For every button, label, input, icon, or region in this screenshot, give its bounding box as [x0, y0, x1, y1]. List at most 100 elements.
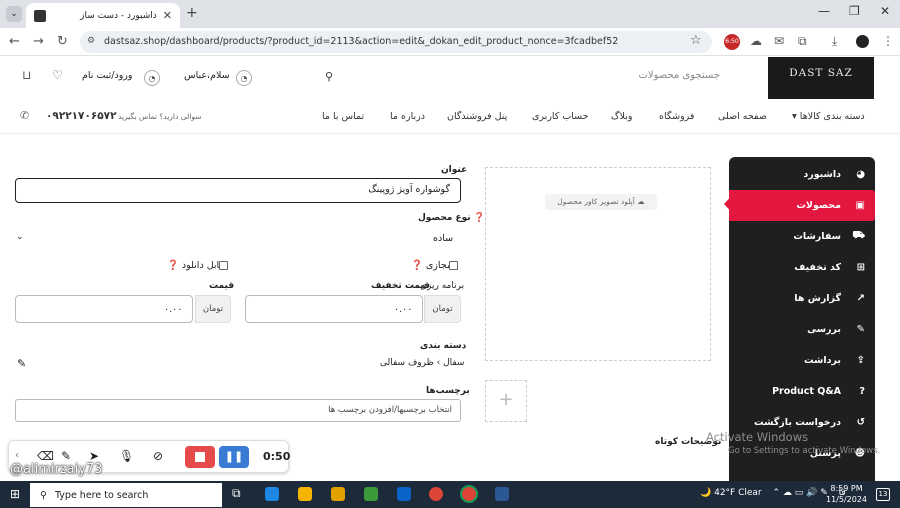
chrome-icon[interactable]: [429, 487, 443, 501]
sidebar-item-reports[interactable]: گزارش ها ↗: [729, 283, 875, 314]
user-greeting[interactable]: سلام،عباس: [184, 70, 230, 81]
taskbar-search-placeholder: Type here to search: [54, 489, 149, 501]
minimize-button[interactable]: —: [818, 4, 830, 18]
extension-cloud-icon[interactable]: ☁: [750, 34, 762, 48]
download-icon[interactable]: ⤓: [832, 34, 837, 49]
browser-menu-icon[interactable]: ⋮: [882, 34, 894, 48]
category-label: دسته بندی: [420, 341, 467, 351]
recording-timer: 0:50: [263, 450, 291, 463]
gift-icon: ⊞: [856, 262, 865, 273]
nav-item-blog[interactable]: وبلاگ: [611, 111, 632, 122]
sidebar-item-withdraw[interactable]: برداشت ⇪: [729, 345, 875, 376]
phone-number[interactable]: ۰۹۲۲۱۷۰۶۵۷۲: [46, 110, 117, 122]
pen-icon[interactable]: ✎: [61, 449, 71, 463]
title-label: عنوان: [441, 165, 468, 175]
upload-cover-button[interactable]: آپلود تصویر کاور محصول ☁: [545, 194, 657, 210]
cart-bag-icon[interactable]: ⊔: [22, 68, 31, 82]
microphone-icon[interactable]: 🎙: [119, 449, 134, 463]
reload-button[interactable]: ↻: [57, 34, 68, 49]
extension-mail-icon[interactable]: ✉: [774, 34, 784, 48]
sidebar-item-label: گزارش ها: [794, 293, 841, 304]
sidebar-item-products[interactable]: محصولات ▣: [729, 190, 875, 221]
browser-tab[interactable]: ✕ داشبورد - دست ساز: [26, 3, 180, 28]
search-input[interactable]: جستجوی محصولات: [480, 70, 720, 81]
upload-icon: ⇪: [856, 355, 865, 366]
schedule-link[interactable]: برنامه ریزی: [420, 281, 464, 291]
nav-item-home[interactable]: صفحه اصلی: [718, 111, 767, 122]
price-input[interactable]: ۰.۰۰: [15, 295, 193, 323]
activate-windows-subtitle: Go to Settings to activate Windows.: [728, 446, 881, 456]
close-tab-icon[interactable]: ✕: [163, 9, 172, 22]
return-icon: ↺: [856, 417, 865, 428]
tab-search-button[interactable]: ⌄: [6, 6, 22, 22]
close-window-button[interactable]: ✕: [880, 4, 890, 18]
clock[interactable]: 8:59 PM 11/5/2024: [826, 483, 867, 505]
task-view-icon[interactable]: ⧉: [232, 486, 241, 501]
login-link[interactable]: ورود/ثبت نام: [82, 70, 132, 81]
site-info-icon[interactable]: ⚙: [87, 36, 95, 46]
sale-price-value: ۰.۰۰: [394, 304, 413, 315]
nav-item-about[interactable]: درباره ما: [390, 111, 425, 122]
nav-item-shop[interactable]: فروشگاه: [659, 111, 694, 122]
nav-item-account[interactable]: حساب کاربری: [532, 111, 589, 122]
eraser-icon[interactable]: ⌫: [37, 449, 54, 463]
wishlist-heart-icon[interactable]: ♡: [52, 68, 63, 82]
sale-price-input[interactable]: ۰.۰۰: [245, 295, 423, 323]
sidebar-item-label: داشبورد: [803, 169, 841, 180]
chrome-active-icon[interactable]: [462, 487, 476, 501]
taskbar-search[interactable]: ⚲ Type here to search: [30, 483, 222, 507]
comments-icon: ✎: [856, 324, 865, 335]
pause-button[interactable]: ❚❚: [219, 446, 249, 468]
edit-icon[interactable]: ✎: [17, 357, 26, 370]
store-icon[interactable]: [364, 487, 378, 501]
sidebar-item-label: سفارشات: [793, 231, 841, 242]
mail-icon[interactable]: [397, 487, 411, 501]
nav-item-categories[interactable]: ▾ دسته بندی کالاها: [792, 111, 865, 122]
notification-badge[interactable]: 13: [876, 488, 890, 501]
camera-off-icon[interactable]: ⊘: [153, 449, 163, 463]
sidebar-item-dashboard[interactable]: داشبورد ◕: [729, 159, 875, 190]
pointer-icon[interactable]: ➤: [89, 449, 99, 463]
downloadable-label: قابل دانلود: [181, 260, 224, 271]
tags-input[interactable]: انتخاب برچسبها/افزودن برچسب ها: [15, 399, 461, 422]
phone-note: سوالی دارید؟ تماس بگیرید: [118, 112, 202, 121]
weather-text[interactable]: 42°F Clear: [714, 488, 762, 498]
title-input[interactable]: گوشواره آویز ژوپینگ: [15, 178, 461, 203]
app-icon[interactable]: [331, 487, 345, 501]
chevron-down-icon[interactable]: ⌄: [16, 232, 24, 242]
bookmark-star-icon[interactable]: ☆: [690, 33, 702, 48]
virtual-option: ❓ مجازی: [411, 260, 452, 271]
virtual-checkbox[interactable]: [449, 261, 458, 270]
sidebar-item-qa[interactable]: Product Q&A?: [729, 376, 875, 407]
restore-button[interactable]: ❐: [849, 4, 860, 18]
sidebar-item-orders[interactable]: سفارشات ⛟: [729, 221, 875, 252]
forward-button[interactable]: →: [33, 34, 44, 49]
nav-item-vendor-panel[interactable]: پنل فروشندگان: [447, 111, 507, 122]
product-type-label-text: نوع محصول: [418, 213, 471, 223]
sidebar-item-reviews[interactable]: بررسی ✎: [729, 314, 875, 345]
extensions-puzzle-icon[interactable]: ⧉: [798, 34, 807, 49]
nav-item-contact[interactable]: تماس با ما: [322, 111, 364, 122]
category-value[interactable]: سفال › ظروف سفالی: [380, 358, 464, 368]
back-button[interactable]: ←: [9, 34, 20, 49]
sidebar-item-coupons[interactable]: کد تخفیف ⊞: [729, 252, 875, 283]
sidebar-item-label: برداشت: [803, 355, 841, 366]
start-icon[interactable]: ⊞: [10, 487, 20, 501]
system-tray: 🌙 42°F Clear ⌃ ☁ ▭ 🔊 ✎ فا: [700, 488, 846, 498]
product-type-select[interactable]: ساده: [433, 233, 453, 244]
add-gallery-image-button[interactable]: +: [485, 380, 527, 422]
clock-date: 11/5/2024: [826, 495, 868, 504]
search-icon[interactable]: ⚲: [325, 70, 333, 83]
edge-icon[interactable]: [265, 487, 279, 501]
profile-avatar[interactable]: [856, 35, 869, 48]
tray-icons[interactable]: ⌃ ☁ ▭ 🔊 ✎: [773, 488, 828, 498]
new-tab-button[interactable]: +: [186, 5, 198, 21]
site-logo[interactable]: DAST SAZ: [768, 57, 874, 99]
tab-title: داشبورد - دست ساز: [80, 10, 157, 21]
weather-icon[interactable]: 🌙: [700, 488, 711, 498]
collapse-icon[interactable]: ‹: [15, 450, 19, 461]
extension-icon[interactable]: 6:50: [724, 34, 740, 50]
downloadable-checkbox[interactable]: [219, 261, 228, 270]
file-explorer-icon[interactable]: [298, 487, 312, 501]
recorder-app-icon[interactable]: [495, 487, 509, 501]
